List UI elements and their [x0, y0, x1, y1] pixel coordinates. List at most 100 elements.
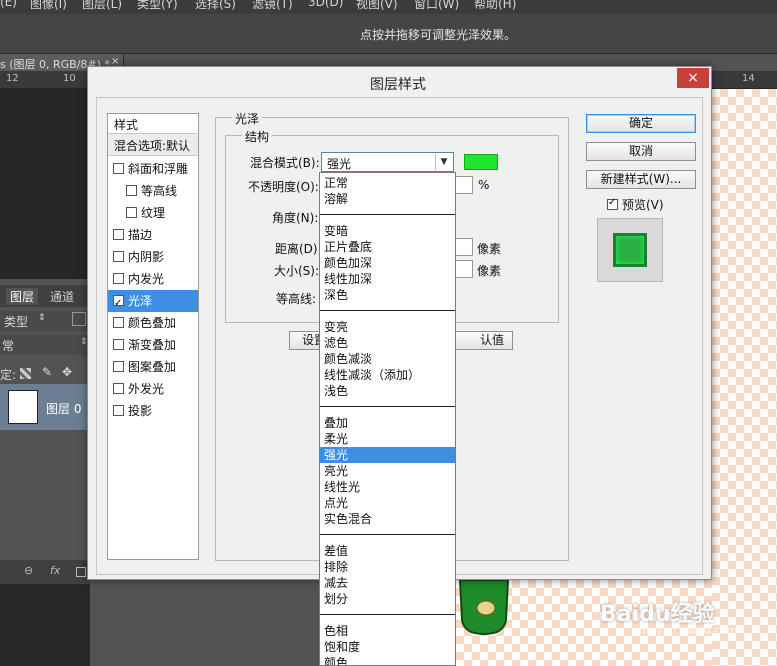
style-item-bevel-emboss[interactable]: 斜面和浮雕 [108, 158, 198, 180]
style-item-pattern-overlay[interactable]: 图案叠加 [108, 356, 198, 378]
filter-kind[interactable]: 类型 [4, 313, 28, 330]
dropdown-option[interactable]: 线性加深 [320, 271, 455, 287]
dropdown-option[interactable]: 颜色加深 [320, 255, 455, 271]
dropdown-option[interactable]: 差值 [320, 543, 455, 559]
blend-mode-select[interactable]: 强光 ▼ [321, 152, 454, 172]
dropdown-option[interactable]: 亮光 [320, 463, 455, 479]
checkbox[interactable] [113, 293, 124, 315]
style-item-texture[interactable]: 纹理 [108, 202, 198, 224]
style-item-label: 光泽 [128, 294, 153, 308]
preview-checkbox[interactable] [607, 197, 618, 210]
brush-icon[interactable]: ✎ [42, 365, 52, 379]
dropdown-option[interactable]: 实色混合 [320, 511, 455, 527]
checkbox[interactable] [113, 273, 124, 284]
dropdown-option[interactable]: 饱和度 [320, 639, 455, 655]
dropdown-option[interactable]: 柔光 [320, 431, 455, 447]
dropdown-option[interactable]: 颜色 [320, 655, 455, 665]
dropdown-option[interactable]: 正常 [320, 175, 455, 191]
new-style-button[interactable]: 新建样式(W)... [586, 170, 696, 189]
opacity-field[interactable] [453, 176, 473, 194]
style-item-satin[interactable]: 光泽 [108, 290, 198, 315]
dropdown-option[interactable]: 线性减淡（添加） [320, 367, 455, 383]
style-item-contour[interactable]: 等高线 [108, 180, 198, 202]
dropdown-option[interactable]: 变亮 [320, 319, 455, 335]
dropdown-option[interactable]: 划分 [320, 591, 455, 607]
preview-label: 预览(V) [622, 198, 664, 212]
dropdown-option[interactable]: 变暗 [320, 223, 455, 239]
menu-edit[interactable]: (E) [0, 0, 17, 9]
menu-select[interactable]: 选择(S) [195, 0, 236, 12]
dropdown-option[interactable]: 溶解 [320, 191, 455, 207]
style-item-outer-glow[interactable]: 外发光 [108, 378, 198, 400]
ok-button[interactable]: 确定 [586, 114, 696, 133]
structure-group-title: 结构 [242, 128, 273, 145]
lock-row: 定: ✎ ✥ [0, 365, 90, 383]
dropdown-option[interactable]: 点光 [320, 495, 455, 511]
ruler-tick: 14 [742, 73, 755, 84]
dropdown-option[interactable]: 浅色 [320, 383, 455, 399]
style-item-inner-glow[interactable]: 内发光 [108, 268, 198, 290]
style-item-label: 内发光 [128, 272, 165, 286]
preview-swatch [613, 233, 647, 267]
checkbox[interactable] [113, 383, 124, 394]
menu-window[interactable]: 窗口(W) [414, 0, 459, 12]
dropdown-option[interactable]: 正片叠底 [320, 239, 455, 255]
menu-help[interactable]: 帮助(H) [474, 0, 516, 12]
checkbox[interactable] [113, 361, 124, 372]
reset-default-button[interactable]: 认值 [455, 331, 513, 350]
styles-header[interactable]: 样式 [108, 114, 198, 134]
mask-icon[interactable] [76, 567, 86, 577]
dropdown-option[interactable]: 色相 [320, 623, 455, 639]
dropdown-option[interactable]: 强光 [320, 447, 455, 463]
style-item-color-overlay[interactable]: 颜色叠加 [108, 312, 198, 334]
link-icon[interactable]: ⊖ [24, 564, 33, 577]
checkbox[interactable] [113, 251, 124, 262]
dropdown-option[interactable]: 排除 [320, 559, 455, 575]
cancel-button[interactable]: 取消 [586, 142, 696, 161]
checkbox[interactable] [113, 317, 124, 328]
chevron-down-icon[interactable]: ⇕ [38, 313, 46, 323]
layer-name[interactable]: 图层 0 [46, 400, 81, 417]
move-icon[interactable]: ✥ [62, 365, 72, 379]
image-filter-icon[interactable] [72, 312, 86, 326]
menu-image[interactable]: 图像(I) [30, 0, 67, 12]
dropdown-option[interactable]: 滤色 [320, 335, 455, 351]
menu-layer[interactable]: 图层(L) [82, 0, 122, 12]
tab-channels[interactable]: 通道 [50, 288, 74, 305]
close-icon[interactable]: × [677, 68, 709, 88]
layer-row[interactable]: 图层 0 [0, 384, 90, 430]
distance-field[interactable] [453, 238, 473, 256]
checkbox[interactable] [126, 207, 137, 218]
menu-view[interactable]: 视图(V) [356, 0, 398, 12]
satin-color-swatch[interactable] [464, 154, 498, 170]
dropdown-option[interactable]: 叠加 [320, 415, 455, 431]
lock-transparency-icon[interactable] [20, 368, 31, 379]
style-item-inner-shadow[interactable]: 内阴影 [108, 246, 198, 268]
preview-toggle[interactable]: 预览(V) [607, 196, 664, 213]
styles-list: 样式 混合选项:默认 斜面和浮雕 等高线 纹理 描边 内阴影 内发光 光泽 颜色… [107, 113, 199, 560]
style-item-drop-shadow[interactable]: 投影 [108, 400, 198, 422]
fx-icon[interactable]: fx [50, 564, 60, 577]
menu-type[interactable]: 类型(Y) [137, 0, 178, 12]
layer-blend-mode[interactable]: 常 [2, 337, 14, 354]
dialog-titlebar[interactable]: 图层样式 × [88, 67, 711, 97]
style-item-gradient-overlay[interactable]: 渐变叠加 [108, 334, 198, 356]
checkbox[interactable] [113, 229, 124, 240]
dropdown-option[interactable]: 深色 [320, 287, 455, 303]
checkbox[interactable] [113, 405, 124, 416]
dropdown-option[interactable]: 颜色减淡 [320, 351, 455, 367]
chevron-down-icon[interactable]: ▼ [435, 154, 452, 170]
checkbox[interactable] [126, 185, 137, 196]
dropdown-option[interactable]: 线性光 [320, 479, 455, 495]
blend-mode-row[interactable]: 常 ⇕ [0, 335, 90, 355]
tab-layers[interactable]: 图层 [6, 288, 39, 305]
checkbox[interactable] [113, 339, 124, 350]
menu-filter[interactable]: 滤镜(T) [252, 0, 293, 12]
menu-3d[interactable]: 3D(D) [308, 0, 343, 9]
blend-options-item[interactable]: 混合选项:默认 [108, 134, 198, 156]
checkbox[interactable] [113, 163, 124, 174]
dropdown-option[interactable]: 减去 [320, 575, 455, 591]
satin-group-title: 光泽 [232, 110, 263, 127]
style-item-stroke[interactable]: 描边 [108, 224, 198, 246]
size-field[interactable] [453, 260, 473, 278]
